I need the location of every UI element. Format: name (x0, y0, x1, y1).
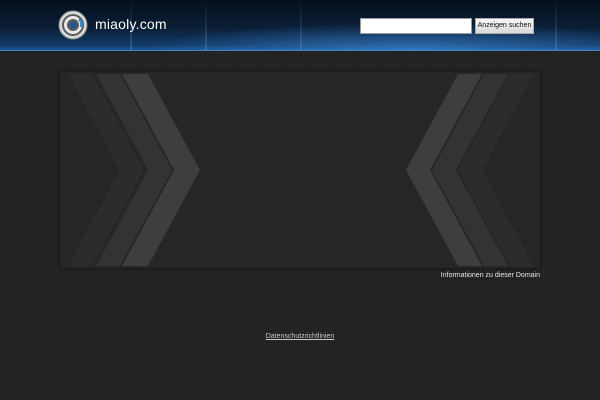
circular-logo-icon[interactable] (58, 10, 88, 40)
privacy-link-container: Datenschutzrichtlinien (0, 333, 600, 340)
header-light-streak (205, 0, 207, 50)
site-name[interactable]: miaoly.com (95, 16, 167, 32)
header-bar: miaoly.com Anzeigen suchen (0, 0, 600, 50)
domain-info-link[interactable]: Informationen zu dieser Domain (441, 272, 540, 279)
header-light-streak (555, 0, 557, 50)
search-ads-button[interactable]: Anzeigen suchen (475, 18, 534, 34)
chevron-right-icon (68, 74, 200, 266)
banner-panel (60, 72, 540, 268)
banner-graphic (68, 74, 534, 266)
search-input[interactable] (360, 18, 472, 34)
privacy-policy-link[interactable]: Datenschutzrichtlinien (266, 333, 334, 340)
header-light-streak (300, 0, 302, 50)
chevron-left-icon (406, 74, 534, 266)
